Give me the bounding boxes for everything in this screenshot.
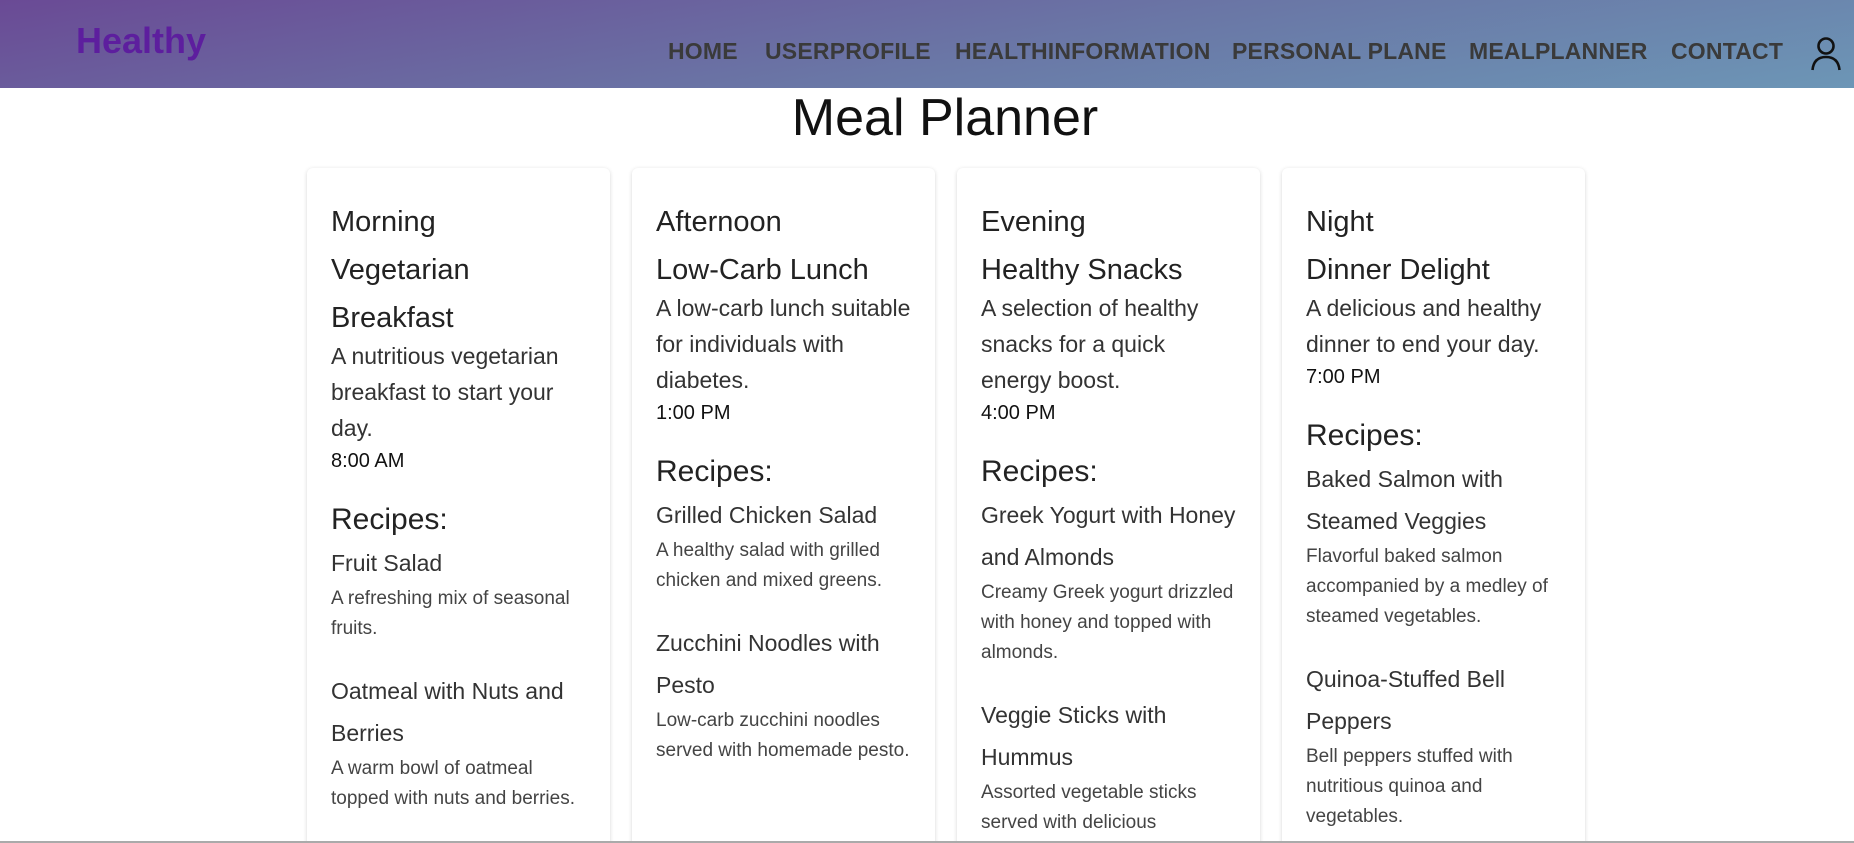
meal-time-label: Night (1306, 206, 1374, 238)
page-title: Meal Planner (791, 89, 1099, 147)
recipe-name: Greek Yogurt with Honey and Almonds (981, 502, 1236, 570)
recipe-description: Flavorful baked salmon accompanied by a … (1306, 546, 1548, 627)
nav-mealplanner[interactable]: MEALPLANNER (1469, 38, 1648, 65)
recipes-heading: Recipes: (656, 455, 773, 488)
nav-personal-plane[interactable]: PERSONAL PLANE (1232, 38, 1447, 65)
recipe-name: Zucchini Noodles with Pesto (656, 630, 880, 698)
recipe-description: Creamy Greek yogurt drizzled with honey … (981, 582, 1234, 663)
recipes-heading: Recipes: (981, 455, 1098, 488)
meal-card: Afternoon Low-Carb Lunch A low-carb lunc… (632, 168, 935, 843)
recipe-name: Veggie Sticks with Hummus (981, 702, 1167, 770)
meal-card: Morning Vegetarian Breakfast A nutritiou… (307, 168, 610, 843)
meal-title: Healthy Snacks (981, 254, 1183, 286)
meal-description: A delicious and healthy dinner to end yo… (1306, 295, 1542, 357)
meal-description: A selection of healthy snacks for a quic… (981, 295, 1199, 393)
recipe-name: Oatmeal with Nuts and Berries (331, 678, 564, 746)
meal-title: Dinner Delight (1306, 254, 1490, 286)
recipes-heading: Recipes: (331, 503, 448, 536)
recipes-heading: Recipes: (1306, 419, 1423, 452)
meal-time-label: Evening (981, 206, 1086, 238)
recipe-name: Grilled Chicken Salad (656, 502, 878, 528)
nav-home[interactable]: HOME (668, 38, 738, 65)
meal-card: Evening Healthy Snacks A selection of he… (957, 168, 1260, 843)
navbar: Healthy HOME USERPROFILE HEALTHINFORMATI… (0, 0, 1854, 88)
meal-description: A low-carb lunch suitable for individual… (656, 295, 911, 393)
meal-time-label: Afternoon (656, 206, 782, 238)
nav-contact[interactable]: CONTACT (1671, 38, 1783, 65)
meal-description: A nutritious vegetarian breakfast to sta… (331, 343, 559, 441)
meal-time: 4:00 PM (981, 402, 1056, 424)
recipe-description: Low-carb zucchini noodles served with ho… (656, 710, 910, 761)
meal-time: 7:00 PM (1306, 366, 1381, 388)
recipe-name: Baked Salmon with Steamed Veggies (1306, 466, 1503, 534)
meal-title: Low-Carb Lunch (656, 254, 869, 286)
recipe-description: A refreshing mix of seasonal fruits. (331, 588, 570, 639)
recipe-description: A healthy salad with grilled chicken and… (656, 540, 883, 591)
recipe-name: Fruit Salad (331, 550, 443, 576)
brand-logo[interactable]: Healthy (76, 20, 206, 62)
meal-time: 8:00 AM (331, 450, 405, 472)
meal-card: Night Dinner Delight A delicious and hea… (1282, 168, 1585, 843)
meal-time: 1:00 PM (656, 402, 731, 424)
user-icon[interactable] (1810, 36, 1842, 72)
nav-healthinformation[interactable]: HEALTHINFORMATION (955, 38, 1211, 65)
nav-userprofile[interactable]: USERPROFILE (765, 38, 931, 65)
recipe-description: A warm bowl of oatmeal topped with nuts … (331, 758, 575, 809)
meal-time-label: Morning (331, 206, 436, 238)
recipe-description: Assorted vegetable sticks served with de… (981, 782, 1197, 833)
meal-title: Vegetarian Breakfast (331, 254, 470, 334)
recipe-description: Bell peppers stuffed with nutritious qui… (1306, 746, 1513, 827)
recipe-name: Quinoa-Stuffed Bell Peppers (1306, 666, 1506, 734)
